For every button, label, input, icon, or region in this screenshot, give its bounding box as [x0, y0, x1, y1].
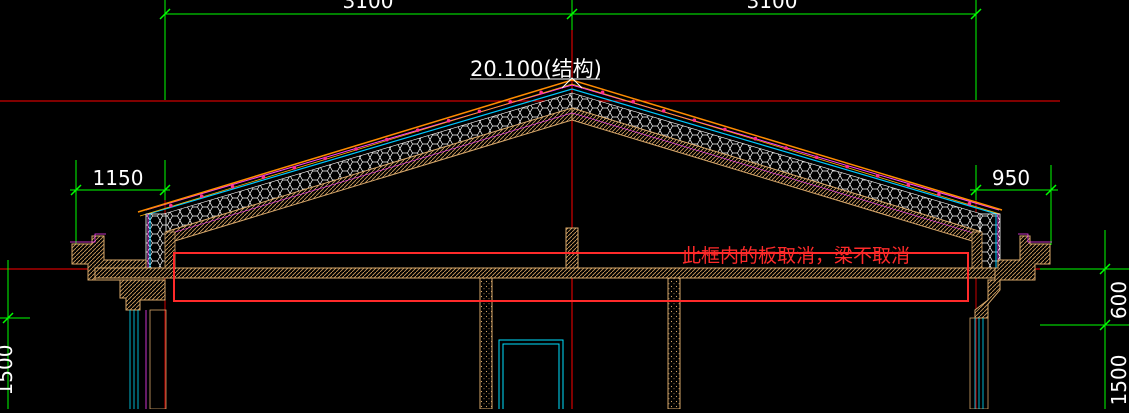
roof-slab-right	[571, 107, 983, 245]
dimension-top-left: 3100	[343, 0, 394, 13]
roof-tile-fastener	[261, 175, 266, 180]
cad-drawing-canvas[interactable]: 3100 3100 1150 950 600 1500 1500 20.100(…	[0, 0, 1129, 413]
roof-tile-fastener	[508, 100, 513, 104]
roof-tile-fastener	[723, 127, 727, 132]
roof-tile-fastener	[661, 109, 666, 113]
roof-tile-fastener	[906, 183, 911, 187]
roof-tile-fastener	[875, 174, 880, 178]
ridge-upstand	[565, 227, 579, 269]
column-right-interior	[667, 277, 681, 410]
roof-tile-fastener	[292, 166, 297, 170]
roof-slab-left	[164, 107, 573, 245]
dimension-eave-right: 950	[992, 166, 1030, 190]
left-eave-wall	[145, 213, 167, 271]
roof-tile-fastener	[230, 184, 235, 189]
roof-tile-fastener	[937, 192, 941, 197]
dimension-left-partial: 1500	[0, 345, 17, 396]
removal-annotation-text: 此框内的板取消，梁不取消	[682, 245, 910, 267]
floor-slab	[94, 267, 996, 279]
dimension-top-right: 3100	[747, 0, 798, 13]
roof-tile-fastener	[784, 146, 788, 150]
roof-tile-fastener	[415, 128, 420, 132]
roof-tile-fastener	[354, 147, 358, 151]
left-exterior-wall	[149, 309, 167, 410]
right-end-beam	[971, 231, 983, 269]
column-left-interior	[479, 277, 493, 410]
roof-tile-fastener	[199, 194, 204, 198]
roof-tile-fastener	[169, 203, 173, 208]
roof-tile-fastener	[631, 99, 635, 104]
roof-tile-fastener	[539, 90, 543, 95]
roof-tile-fastener	[845, 164, 849, 169]
window-left	[129, 310, 147, 409]
dimension-side-upper: 600	[1107, 281, 1129, 319]
roof-tile-fastener	[753, 136, 758, 141]
door-frame	[498, 339, 564, 413]
roof-tile-fastener	[600, 90, 605, 95]
dimension-eave-left: 1150	[93, 166, 144, 190]
roof-tile-fastener	[385, 137, 389, 142]
insulation-layer-right	[571, 92, 996, 233]
dimension-side-lower: 1500	[1107, 355, 1129, 406]
roof-tile-fastener	[323, 156, 327, 161]
roof-tile-fastener	[967, 201, 972, 206]
roof-tile-fastener	[446, 118, 451, 123]
insulation-layer-left	[149, 92, 573, 233]
roof-tile-fastener	[814, 155, 819, 160]
roof-tile-fastener	[477, 109, 482, 114]
ridge-elevation-label: 20.100(结构)	[470, 57, 602, 81]
right-eave-wall	[979, 213, 1001, 271]
roof-tile-fastener	[692, 118, 697, 122]
